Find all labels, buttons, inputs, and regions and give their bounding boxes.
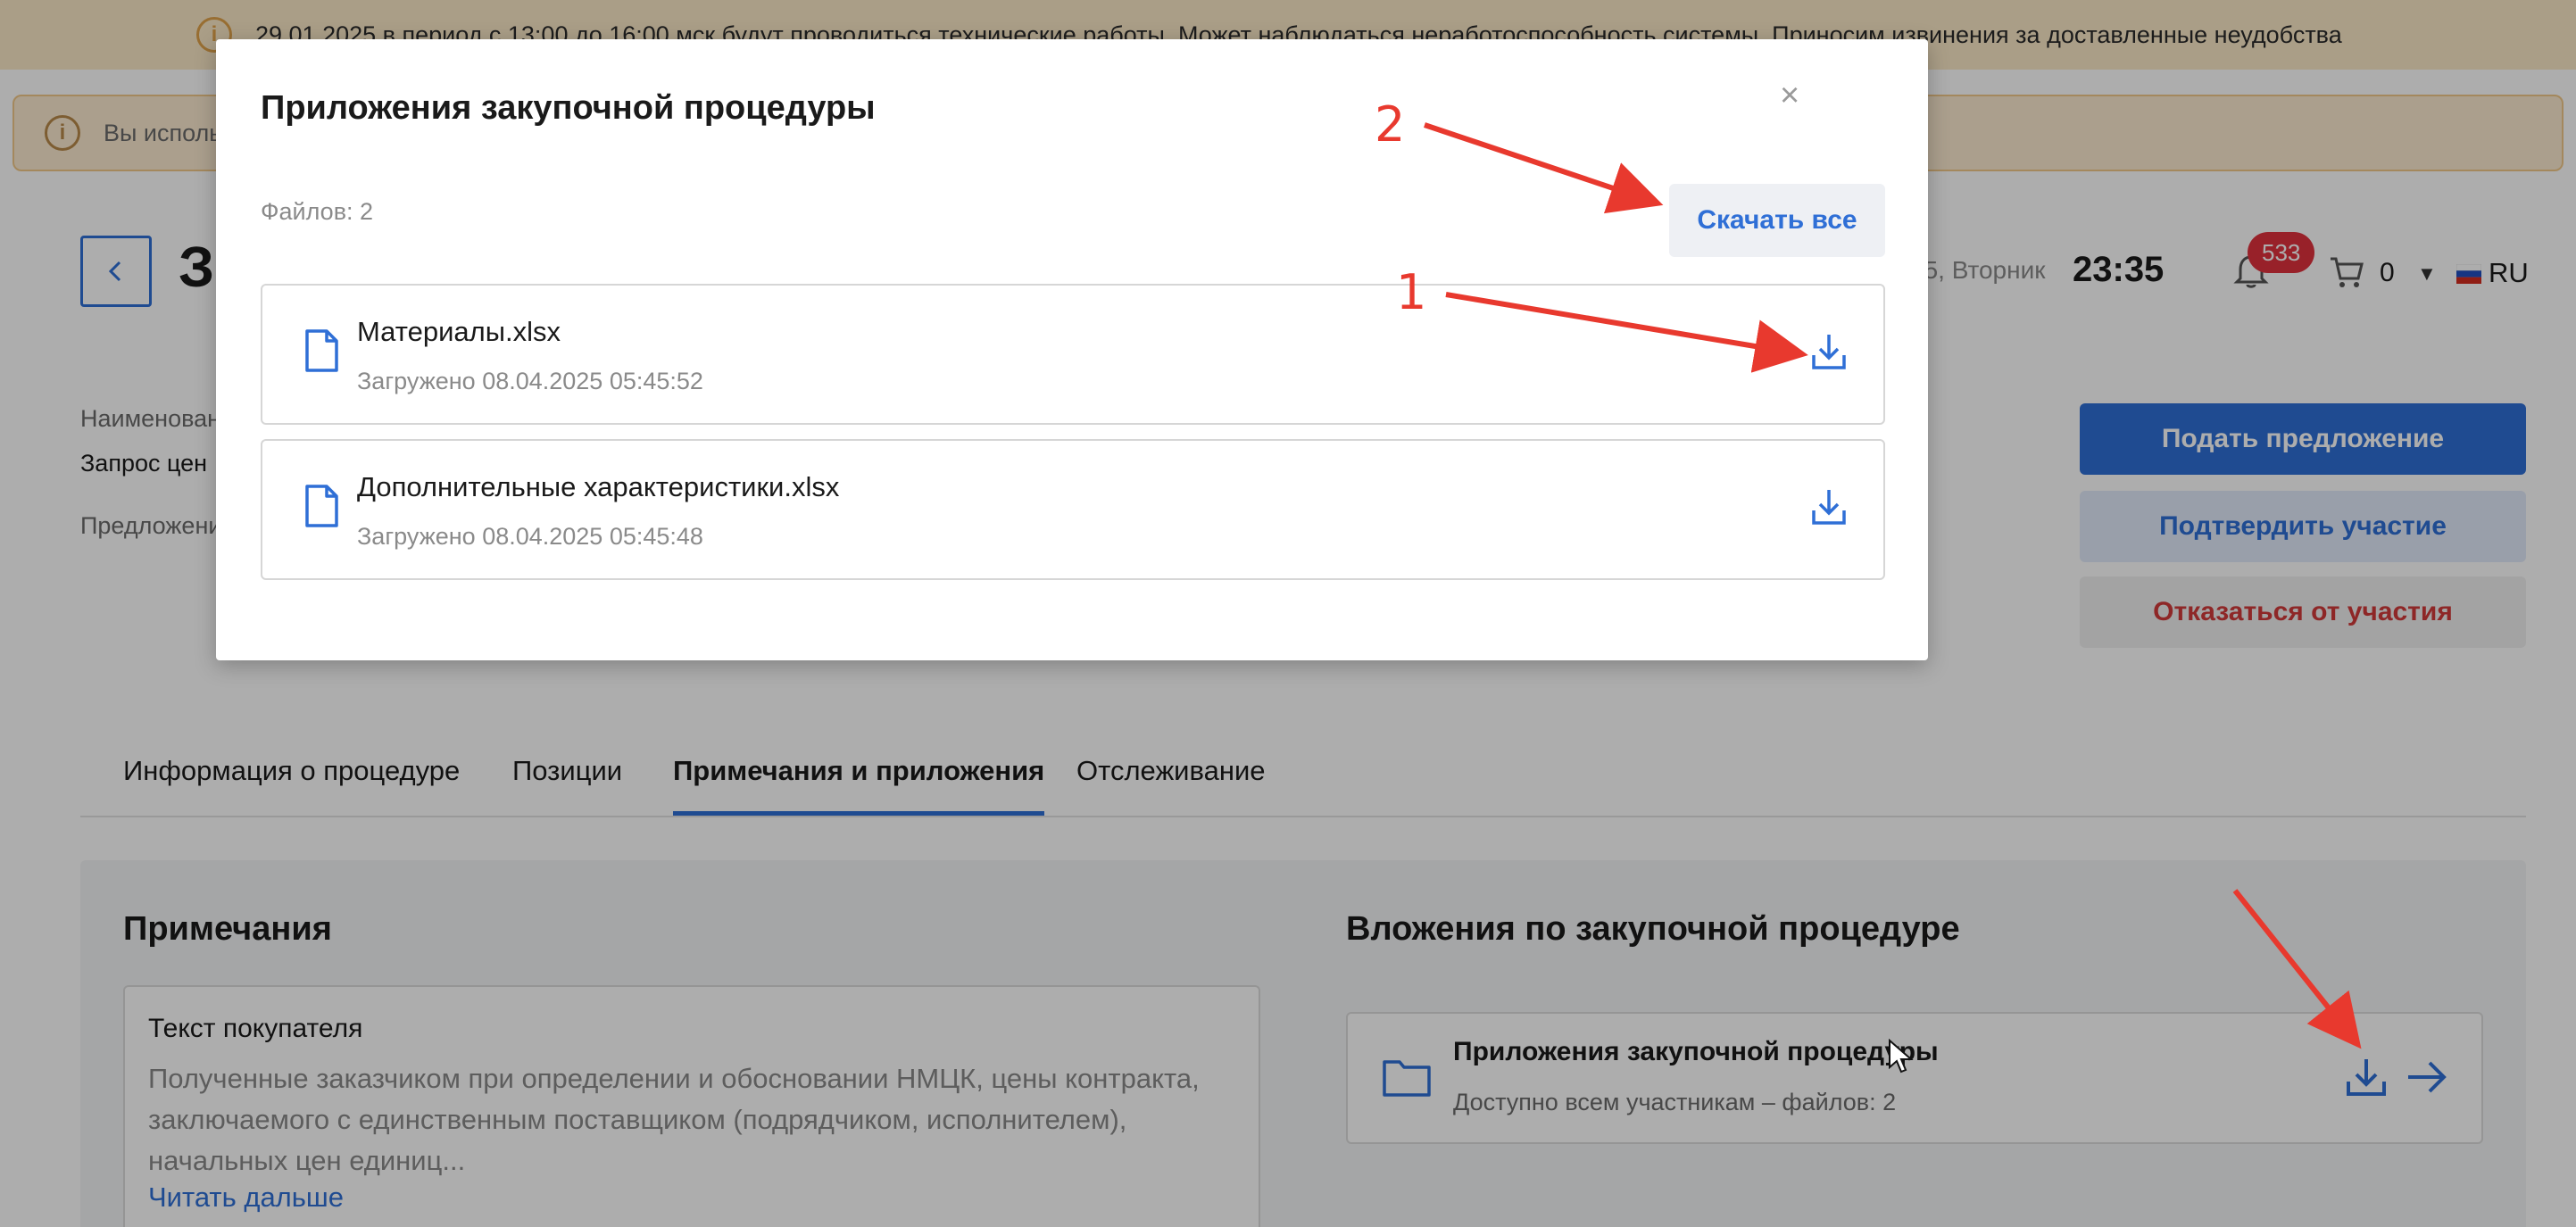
cursor-icon — [1889, 1039, 1914, 1074]
annotation-number-2: 2 — [1375, 96, 1406, 153]
page-root: i 29.01.2025 в период с 13:00 до 16:00 м… — [0, 0, 2576, 1227]
annotation-arrow-3 — [2232, 889, 2362, 1049]
annotation-arrow-2 — [1424, 122, 1664, 214]
annotation-arrow-1 — [1445, 292, 1808, 373]
annotation-arrows — [1424, 122, 2362, 1049]
annotation-number-1: 1 — [1396, 264, 1427, 320]
